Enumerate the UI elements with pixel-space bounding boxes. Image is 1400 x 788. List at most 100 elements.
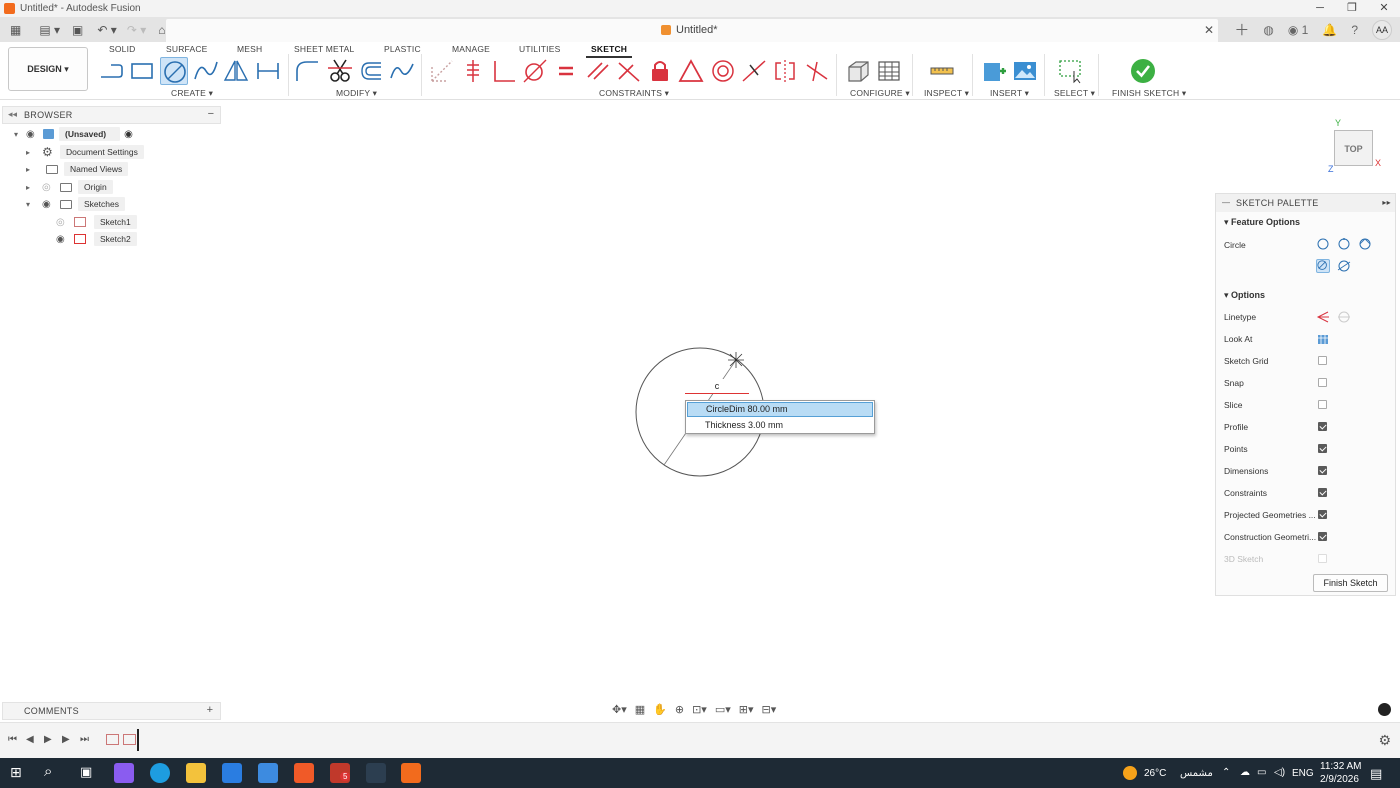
points-checkbox[interactable] <box>1318 444 1327 453</box>
group-constraints[interactable]: CONSTRAINTS ▾ <box>599 88 669 99</box>
look-at-icon[interactable] <box>1316 332 1330 346</box>
chevron-down-icon[interactable]: ▾ <box>26 200 38 209</box>
insert-derive-icon[interactable] <box>980 57 1008 85</box>
minimize-icon[interactable]: ─ <box>1304 0 1336 17</box>
pan-icon[interactable]: ✋ <box>653 703 667 716</box>
clock-date[interactable]: 2/9/2026 <box>1320 774 1359 785</box>
fix-tool[interactable] <box>459 57 487 85</box>
eye-hidden-icon[interactable]: ◎ <box>56 217 70 228</box>
three-point-circle-icon[interactable] <box>1358 237 1372 251</box>
finish-sketch-button[interactable]: Finish Sketch <box>1313 574 1388 592</box>
chevron-right-icon[interactable]: ▸ <box>26 165 38 174</box>
go-to-start-icon[interactable]: ⏮ <box>8 734 17 745</box>
lock-icon[interactable] <box>646 57 674 85</box>
mirror-tool[interactable] <box>222 57 250 85</box>
add-comment-icon[interactable]: + <box>207 704 213 716</box>
group-modify[interactable]: MODIFY ▾ <box>336 88 377 99</box>
tab-sketch[interactable]: SKETCH <box>585 44 633 58</box>
display-settings-icon[interactable]: ▭▾ <box>715 703 731 716</box>
configure-3d-icon[interactable] <box>844 57 872 85</box>
perpendicular-cross-tool[interactable] <box>615 57 643 85</box>
tangent-circle-icon[interactable] <box>1337 259 1351 273</box>
tree-item[interactable]: ▸ ⚙ Document Settings <box>26 144 144 160</box>
browser-panel-header[interactable]: ◂◂ BROWSER − <box>2 106 221 124</box>
notifications-icon[interactable]: 🔔 <box>1322 23 1337 37</box>
group-select[interactable]: SELECT ▾ <box>1054 88 1095 99</box>
midpoint-tool[interactable] <box>740 57 768 85</box>
help-icon[interactable]: ? <box>1351 23 1358 37</box>
task-view-icon[interactable]: ▣ <box>80 764 92 780</box>
coincident-tool[interactable] <box>428 57 456 85</box>
select-box-icon[interactable] <box>1057 57 1085 85</box>
eye-icon[interactable]: ◉ <box>26 129 40 140</box>
look-at-nav-icon[interactable]: ▦ <box>635 703 645 716</box>
comments-panel-header[interactable]: COMMENTS + <box>2 702 221 720</box>
doc-tab[interactable]: Untitled* ✕ <box>166 19 1218 42</box>
chevron-right-icon[interactable]: ▸ <box>26 183 38 192</box>
home-icon[interactable]: ⌂ <box>158 23 165 37</box>
save-icon[interactable]: ▣ <box>72 23 83 37</box>
group-insert[interactable]: INSERT ▾ <box>990 88 1029 99</box>
volume-icon[interactable]: ◁) <box>1274 767 1285 778</box>
finish-sketch-check-icon[interactable] <box>1129 57 1157 85</box>
fusion-taskbar-icon[interactable] <box>401 763 421 783</box>
line-tool[interactable] <box>97 57 125 85</box>
file-explorer-icon[interactable] <box>186 763 206 783</box>
tab-solid[interactable]: SOLID <box>109 44 136 54</box>
mail-icon[interactable] <box>258 763 278 783</box>
chat-icon[interactable] <box>1378 703 1391 716</box>
insert-image-icon[interactable] <box>1011 57 1039 85</box>
timeline-sketch2-icon[interactable] <box>123 734 136 745</box>
parallel-tool[interactable] <box>584 57 612 85</box>
new-tab-icon[interactable]: ＋ <box>1234 19 1249 40</box>
parameter-autocomplete[interactable]: CircleDim 80.00 mm Thickness 3.00 mm <box>685 400 875 434</box>
section-feature-options[interactable]: ▾ Feature Options <box>1224 217 1300 228</box>
section-options[interactable]: ▾ Options <box>1224 290 1265 301</box>
language-indicator[interactable]: ENG <box>1292 768 1314 779</box>
tab-sheet-metal[interactable]: SHEET METAL <box>294 44 354 54</box>
timeline-settings-gear-icon[interactable]: ⚙ <box>1378 732 1391 749</box>
tab-utilities[interactable]: UTILITIES <box>519 44 560 54</box>
clock-time[interactable]: 11:32 AM <box>1320 761 1362 772</box>
sketch-grid-checkbox[interactable] <box>1318 356 1327 365</box>
avatar[interactable]: AA <box>1372 19 1392 40</box>
tab-mesh[interactable]: MESH <box>237 44 262 54</box>
equal-tool[interactable] <box>552 57 580 85</box>
copilot-icon[interactable] <box>114 763 134 783</box>
configure-table-icon[interactable] <box>875 57 903 85</box>
curvature-tool[interactable] <box>803 57 831 85</box>
chevron-right-icon[interactable]: ▸ <box>26 148 38 157</box>
rectangle-tool[interactable] <box>128 57 156 85</box>
spline-tool[interactable] <box>192 57 220 85</box>
store-icon[interactable] <box>222 763 242 783</box>
perpendicular-tool[interactable] <box>490 57 518 85</box>
collapse-left-icon[interactable]: ◂◂ <box>8 109 17 120</box>
tab-plastic[interactable]: PLASTIC <box>384 44 421 54</box>
snap-checkbox[interactable] <box>1318 378 1327 387</box>
redo-icon[interactable]: ↷ ▾ <box>127 23 146 37</box>
timeline-sketch1-icon[interactable] <box>106 734 119 745</box>
dimension-input[interactable]: c <box>685 379 749 394</box>
play-icon[interactable]: ▶ <box>44 734 52 745</box>
close-window-icon[interactable]: ✕ <box>1368 0 1400 17</box>
dimension-tool[interactable] <box>254 57 282 85</box>
construction-geometries-checkbox[interactable] <box>1318 532 1327 541</box>
fit-icon[interactable]: ⊡▾ <box>692 703 707 716</box>
eye-icon[interactable]: ◉ <box>42 199 56 210</box>
profile-checkbox[interactable] <box>1318 422 1327 431</box>
circle-tool[interactable] <box>160 57 188 85</box>
dimensions-checkbox[interactable] <box>1318 466 1327 475</box>
centerline-linetype-icon[interactable] <box>1337 310 1351 324</box>
measure-icon[interactable] <box>928 57 956 85</box>
eye-icon[interactable]: ◉ <box>56 234 70 245</box>
expand-icon[interactable]: ▸▸ <box>1382 194 1391 212</box>
edge-icon[interactable] <box>150 763 170 783</box>
tree-item[interactable]: ▸ Named Views <box>26 161 129 177</box>
group-create[interactable]: CREATE ▾ <box>171 88 213 99</box>
data-panel-icon[interactable]: ▦ <box>10 23 21 37</box>
palette-header[interactable]: SKETCH PALETTE ▸▸ <box>1216 194 1395 212</box>
tangent-tool[interactable] <box>521 57 549 85</box>
slice-checkbox[interactable] <box>1318 400 1327 409</box>
eye-hidden-icon[interactable]: ◎ <box>42 182 56 193</box>
constraints-checkbox[interactable] <box>1318 488 1327 497</box>
